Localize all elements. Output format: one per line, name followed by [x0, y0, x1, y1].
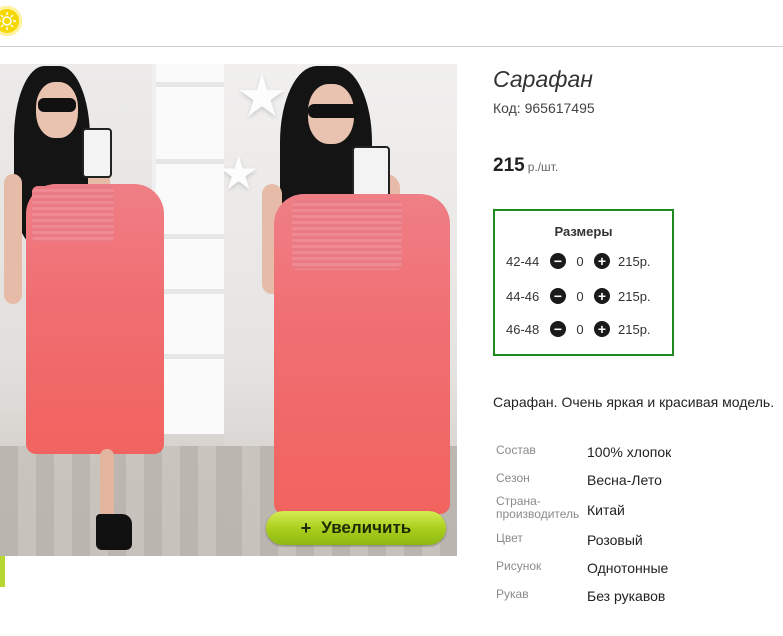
property-key: Страна-производитель [496, 494, 580, 521]
size-price: 215р. [618, 253, 651, 269]
minus-icon[interactable]: − [550, 288, 566, 304]
property-key: Рисунок [496, 559, 542, 573]
plus-icon[interactable]: + [594, 321, 610, 337]
size-label: 46-48 [506, 321, 540, 337]
product-price: 215 р./шт. [493, 155, 558, 177]
property-key: Состав [496, 443, 536, 457]
property-value: Однотонные [587, 560, 669, 576]
plus-icon: + [300, 517, 312, 538]
size-price: 215р. [618, 321, 651, 337]
size-row: 42-44 − 0 + 215р. [506, 252, 651, 270]
property-value: Китай [587, 502, 625, 518]
product-title: Сарафан [493, 66, 593, 92]
sun-logo-icon[interactable] [0, 6, 22, 36]
property-key: Рукав [496, 587, 529, 601]
plus-icon[interactable]: + [594, 253, 610, 269]
size-selector: Размеры 42-44 − 0 + 215р. 44-46 − 0 + 21… [493, 209, 674, 356]
size-price: 215р. [618, 288, 651, 304]
product-description: Сарафан. Очень яркая и красивая модель. [493, 394, 775, 410]
price-unit: р./шт. [527, 160, 559, 174]
property-value: Весна-Лето [587, 472, 662, 488]
decor-star: ★ [224, 147, 260, 199]
side-marker [0, 555, 5, 587]
property-value: Без рукавов [587, 588, 666, 604]
product-photo-side[interactable]: ★ ★ [224, 64, 457, 556]
product-gallery[interactable]: ★ ★ + Увеличить [0, 64, 457, 556]
zoom-button-label: Увеличить [321, 518, 412, 537]
zoom-button[interactable]: + Увеличить [266, 511, 446, 545]
size-label: 42-44 [506, 253, 540, 269]
sizes-header: Размеры [554, 224, 613, 239]
size-label: 44-46 [506, 288, 540, 304]
size-row: 44-46 − 0 + 215р. [506, 287, 651, 305]
quantity-value[interactable]: 0 [566, 254, 594, 269]
property-value: 100% хлопок [587, 444, 672, 460]
property-key: Сезон [496, 471, 530, 485]
property-value: Розовый [587, 532, 643, 548]
property-key: Цвет [496, 531, 523, 545]
decor-star: ★ [236, 64, 288, 129]
size-row: 46-48 − 0 + 215р. [506, 320, 651, 338]
quantity-value[interactable]: 0 [566, 289, 594, 304]
minus-icon[interactable]: − [550, 253, 566, 269]
price-value: 215 [493, 155, 525, 176]
product-code: Код: 965617495 [493, 100, 595, 116]
plus-icon[interactable]: + [594, 288, 610, 304]
header-divider [0, 46, 783, 47]
quantity-value[interactable]: 0 [566, 322, 594, 337]
product-photo-front[interactable] [0, 64, 224, 556]
minus-icon[interactable]: − [550, 321, 566, 337]
